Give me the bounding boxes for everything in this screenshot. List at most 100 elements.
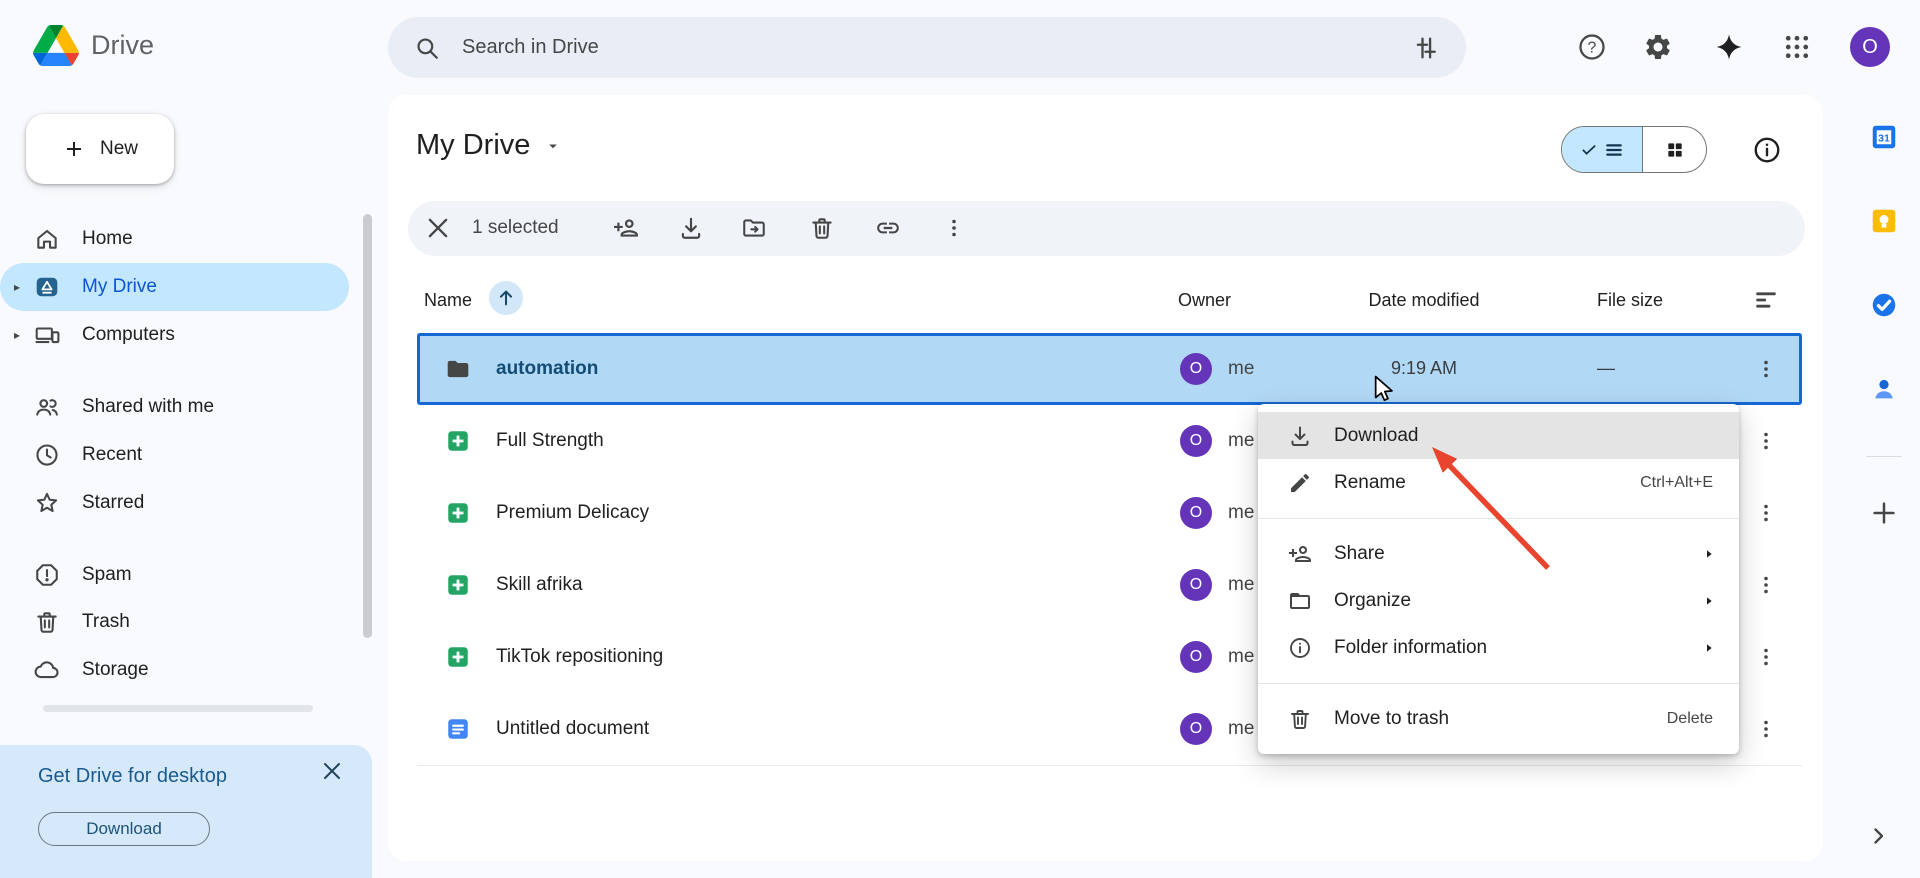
close-icon[interactable] <box>320 759 344 783</box>
column-header-owner[interactable]: Owner <box>1178 290 1231 311</box>
apps-grid-icon[interactable] <box>1782 32 1812 62</box>
search-bar[interactable] <box>388 17 1466 78</box>
sidebar-item-home[interactable]: Home <box>0 215 349 263</box>
storage-usage-bar <box>43 705 313 712</box>
owner-avatar: O <box>1180 425 1212 457</box>
sheets-icon <box>445 572 471 598</box>
menu-item-move-to-trash[interactable]: Move to trash Delete <box>1258 695 1739 742</box>
menu-item-organize[interactable]: Organize <box>1258 577 1739 624</box>
svg-text:31: 31 <box>1878 132 1890 144</box>
expand-caret-icon[interactable]: ▸ <box>0 280 34 294</box>
account-avatar[interactable]: O <box>1850 27 1890 67</box>
sheets-icon <box>445 428 471 454</box>
more-options-icon[interactable] <box>934 208 974 248</box>
cloud-icon <box>34 657 60 683</box>
sidebar-item-recent[interactable]: Recent <box>0 431 349 479</box>
sort-options-icon[interactable] <box>1753 287 1779 313</box>
settings-gear-icon[interactable] <box>1643 32 1673 62</box>
menu-item-rename[interactable]: Rename Ctrl+Alt+E <box>1258 459 1739 506</box>
sidebar-item-trash[interactable]: Trash <box>0 598 349 646</box>
drive-logo-icon <box>33 25 79 66</box>
advanced-search-icon[interactable] <box>1412 34 1440 62</box>
promo-title: Get Drive for desktop <box>38 765 227 788</box>
menu-item-download[interactable]: Download <box>1258 412 1739 459</box>
owner-label: me <box>1228 574 1254 596</box>
menu-divider <box>1258 683 1739 684</box>
menu-item-label: Download <box>1334 425 1419 447</box>
new-button[interactable]: New <box>26 114 174 184</box>
promo-download-button[interactable]: Download <box>38 812 210 846</box>
file-name: Premium Delicacy <box>496 502 649 524</box>
copy-link-button[interactable] <box>868 208 908 248</box>
menu-item-share[interactable]: Share <box>1258 530 1739 577</box>
expand-panel-icon[interactable] <box>1866 824 1890 848</box>
owner-avatar: O <box>1180 713 1212 745</box>
menu-item-label: Folder information <box>1334 637 1487 659</box>
grid-view-button[interactable] <box>1643 127 1706 172</box>
star-icon <box>34 490 60 516</box>
sidebar-item-my-drive[interactable]: ▸ My Drive <box>0 263 349 311</box>
owner-avatar: O <box>1180 497 1212 529</box>
sidebar-item-storage[interactable]: Storage <box>0 646 349 694</box>
table-header: Name Owner Date modified File size <box>417 270 1802 334</box>
download-button[interactable] <box>671 208 711 248</box>
expand-caret-icon[interactable]: ▸ <box>0 328 34 342</box>
row-more-options-icon[interactable] <box>1750 497 1782 529</box>
svg-text:?: ? <box>1588 40 1597 57</box>
share-button[interactable] <box>606 208 646 248</box>
row-more-options-icon[interactable] <box>1750 425 1782 457</box>
table-row[interactable]: automation O me 9:19 AM — <box>417 333 1802 405</box>
clock-icon <box>34 442 60 468</box>
sidebar-item-shared-with-me[interactable]: Shared with me <box>0 383 349 431</box>
search-input[interactable] <box>460 35 1392 60</box>
add-panel-icon[interactable] <box>1869 498 1899 528</box>
keep-icon[interactable] <box>1869 206 1899 236</box>
list-view-button[interactable] <box>1562 127 1643 172</box>
page-title[interactable]: My Drive <box>416 129 562 162</box>
column-header-size[interactable]: File size <box>1597 290 1663 311</box>
column-header-name[interactable]: Name <box>424 290 472 311</box>
sort-ascending-icon[interactable] <box>489 281 523 315</box>
trash-button[interactable] <box>802 208 842 248</box>
calendar-icon[interactable]: 31 <box>1869 122 1899 152</box>
person-add-icon <box>1288 542 1312 566</box>
search-icon[interactable] <box>414 35 440 61</box>
row-more-options-icon[interactable] <box>1750 713 1782 745</box>
rail-divider <box>1866 456 1902 457</box>
sidebar-item-starred[interactable]: Starred <box>0 479 349 527</box>
menu-item-folder-information[interactable]: Folder information <box>1258 624 1739 671</box>
file-name: automation <box>496 358 598 380</box>
plus-icon <box>62 137 86 161</box>
contacts-icon[interactable] <box>1869 374 1899 404</box>
column-header-modified[interactable]: Date modified <box>1344 290 1504 311</box>
help-icon[interactable]: ? <box>1577 32 1607 62</box>
sidebar-item-computers[interactable]: ▸ Computers <box>0 311 349 359</box>
row-more-options-icon[interactable] <box>1750 569 1782 601</box>
tasks-icon[interactable] <box>1869 290 1899 320</box>
owner-label: me <box>1228 430 1254 452</box>
move-to-folder-button[interactable] <box>734 208 774 248</box>
trash-icon <box>1288 707 1312 731</box>
sidebar-item-label: Shared with me <box>82 396 214 418</box>
row-more-options-icon[interactable] <box>1750 353 1782 385</box>
owner-label: me <box>1228 718 1254 740</box>
drive-brand[interactable]: Drive <box>33 25 154 66</box>
spam-icon <box>34 562 60 588</box>
info-icon <box>1288 636 1312 660</box>
grid-view-icon <box>1665 140 1685 160</box>
clear-selection-icon[interactable] <box>424 214 452 242</box>
owner-avatar: O <box>1180 641 1212 673</box>
sidebar-item-spam[interactable]: Spam <box>0 551 349 599</box>
row-more-options-icon[interactable] <box>1750 641 1782 673</box>
submenu-arrow-icon <box>1701 640 1717 656</box>
menu-item-label: Move to trash <box>1334 708 1449 730</box>
date-modified: 9:19 AM <box>1344 358 1504 379</box>
gemini-icon[interactable] <box>1714 32 1744 62</box>
owner-avatar: O <box>1180 353 1212 385</box>
sidebar-scrollbar[interactable] <box>363 214 372 638</box>
menu-item-label: Rename <box>1334 472 1406 494</box>
submenu-arrow-icon <box>1701 546 1717 562</box>
sidebar-item-label: Storage <box>82 659 149 681</box>
info-icon[interactable] <box>1752 135 1782 165</box>
google-drive-app: Drive ? O New Home ▸ <box>0 0 1920 878</box>
